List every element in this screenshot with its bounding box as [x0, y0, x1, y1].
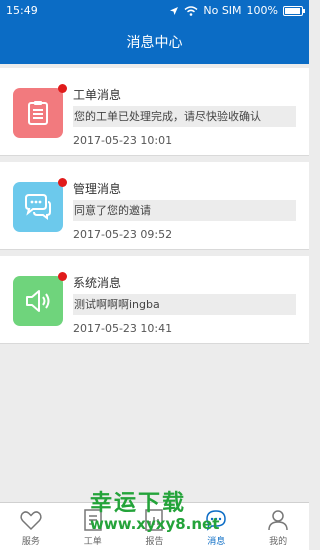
message-content: 同意了您的邀请 [73, 200, 296, 221]
unread-dot [58, 272, 67, 281]
page-title: 消息中心 [126, 35, 183, 51]
battery-icon [283, 5, 305, 16]
message-list: 工单消息 您的工单已处理完成，请尽快验收确认 2017-05-23 10:01 … [0, 64, 309, 344]
report-icon [145, 509, 164, 531]
tab-report[interactable]: 报告 [124, 503, 186, 550]
unread-dot [58, 178, 67, 187]
chat-icon [206, 510, 227, 531]
unread-dot [58, 84, 67, 93]
tab-label: 工单 [83, 537, 102, 547]
message-item-work-order[interactable]: 工单消息 您的工单已处理完成，请尽快验收确认 2017-05-23 10:01 [0, 68, 309, 156]
tab-label: 报告 [145, 537, 164, 547]
status-bar: 15:49 No SIM 100% [0, 0, 309, 22]
message-content: 测试啊啊啊ingba [73, 294, 296, 315]
message-time: 2017-05-23 10:01 [73, 134, 173, 147]
message-time: 2017-05-23 10:41 [73, 322, 173, 335]
location-icon [170, 6, 179, 15]
tab-label: 消息 [207, 537, 226, 547]
tab-work-order[interactable]: 工单 [62, 503, 124, 550]
document-icon [83, 509, 102, 531]
heart-icon [20, 511, 42, 531]
tab-label: 我的 [269, 537, 288, 547]
wifi-icon [184, 5, 198, 16]
bottom-tab-bar: 服务 工单 报告 消息 我的 [0, 502, 309, 550]
carrier-text: No SIM [203, 4, 242, 17]
message-content: 您的工单已处理完成，请尽快验收确认 [73, 106, 296, 127]
message-category: 工单消息 [73, 88, 122, 102]
page-header: 消息中心 [0, 22, 309, 64]
person-icon [268, 510, 288, 531]
message-time: 2017-05-23 09:52 [73, 228, 173, 241]
tab-label: 服务 [21, 537, 40, 547]
battery-text: 100% [246, 4, 278, 17]
tab-mine[interactable]: 我的 [247, 503, 309, 550]
message-category: 管理消息 [73, 182, 122, 196]
message-item-system[interactable]: 系统消息 测试啊啊啊ingba 2017-05-23 10:41 [0, 256, 309, 344]
status-time: 15:49 [6, 4, 38, 17]
tab-service[interactable]: 服务 [0, 503, 62, 550]
message-item-management[interactable]: 管理消息 同意了您的邀请 2017-05-23 09:52 [0, 162, 309, 250]
speaker-icon [13, 276, 63, 326]
clipboard-icon [13, 88, 63, 138]
tab-messages[interactable]: 消息 [185, 503, 247, 550]
message-category: 系统消息 [73, 276, 122, 290]
status-right: No SIM 100% [169, 4, 305, 17]
chat-bubbles-icon [13, 182, 63, 232]
